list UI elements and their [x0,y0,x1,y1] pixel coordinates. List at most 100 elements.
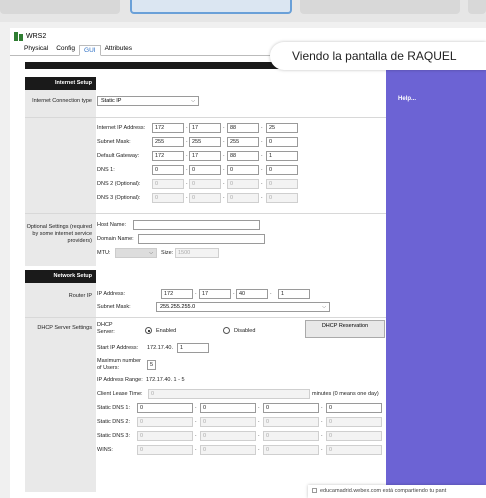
static-dns2-octet-2[interactable]: 0 [200,417,256,427]
octet-separator: . [186,180,188,186]
static-dns1-octet-4[interactable]: 0 [326,403,382,413]
static-dns1-octet-1[interactable]: 0 [137,403,193,413]
octet-separator: . [321,418,323,424]
mtu-select[interactable]: ⌵ [115,248,157,258]
internet-subnet-mask-octet-4[interactable]: 0 [266,137,298,147]
router-ip-label: Router IP [68,293,92,299]
ip-range-value: 172.17.40. 1 - 5 [146,377,185,383]
dns2-octet-2[interactable]: 0 [189,179,221,189]
default-gateway-octet-1[interactable]: 172 [152,151,184,161]
internet-subnet-mask-label: Subnet Mask: [97,139,131,145]
chevron-down-icon: ⌵ [149,250,153,256]
router-ip-octet-4[interactable]: 1 [278,289,310,299]
divider [25,213,386,214]
internet-ip-label: Internet IP Address: [97,125,146,131]
dhcp-disabled-radio[interactable] [223,327,230,334]
octet-separator: . [223,194,225,200]
internet-subnet-mask-octet-2[interactable]: 255 [189,137,221,147]
dhcp-server-settings-label: DHCP Server Settings [37,325,92,331]
dhcp-reservation-button[interactable]: DHCP Reservation [305,320,385,338]
default-gateway-octet-3[interactable]: 88 [227,151,259,161]
static-dns2-octet-4[interactable]: 0 [326,417,382,427]
start-ip-prefix: 172.17.40. [147,345,173,351]
dns1-octet-4[interactable]: 0 [266,165,298,175]
router-ip-octet-3[interactable]: 40 [236,289,268,299]
dhcp-enabled-label: Enabled [156,328,177,334]
static-dns3-octet-4[interactable]: 0 [326,431,382,441]
default-gateway-octet-2[interactable]: 17 [189,151,221,161]
connection-type-select[interactable]: Static IP ⌵ [97,96,199,106]
dhcp-enabled-radio[interactable] [145,327,152,334]
dns3-octet-2[interactable]: 0 [189,193,221,203]
start-ip-input[interactable]: 1 [177,343,209,353]
dns1-octet-2[interactable]: 0 [189,165,221,175]
router-ip-octet-1[interactable]: 172 [161,289,193,299]
mtu-size-input[interactable]: 1500 [175,248,219,258]
tab-attributes[interactable]: Attributes [101,44,136,55]
browser-tab-active[interactable] [130,0,292,14]
static-dns3-octet-2[interactable]: 0 [200,431,256,441]
octet-separator: . [261,180,263,186]
static-dns2-octet-1[interactable]: 0 [137,417,193,427]
octet-separator: . [186,194,188,200]
octet-separator: . [195,446,197,452]
internet-subnet-mask-octet-3[interactable]: 255 [227,137,259,147]
internet-ip-octet-4[interactable]: 25 [266,123,298,133]
octet-separator: . [261,194,263,200]
static-dns2-octet-3[interactable]: 0 [263,417,319,427]
router-ip-octet-2[interactable]: 17 [199,289,231,299]
octet-separator: . [223,166,225,172]
wins-octet-1[interactable]: 0 [137,445,193,455]
mtu-label: MTU: [97,250,111,256]
share-notice: educamadrid.webex.com está compartiendo … [308,485,486,498]
dns2-octet-3[interactable]: 0 [227,179,259,189]
window-title: WRS2 [26,32,47,40]
octet-separator: . [186,124,188,130]
dns2-octet-1[interactable]: 0 [152,179,184,189]
dns2-octet-4[interactable]: 0 [266,179,298,189]
octet-separator: . [261,152,263,158]
dns3-octet-4[interactable]: 0 [266,193,298,203]
domain-name-input[interactable] [138,234,265,244]
help-link[interactable]: Help... [398,96,416,102]
max-users-input[interactable]: 5 [147,360,156,370]
tab-config[interactable]: Config [52,44,79,55]
dns3-octet-1[interactable]: 0 [152,193,184,203]
octet-separator: . [258,404,260,410]
internet-ip-octet-3[interactable]: 88 [227,123,259,133]
host-name-input[interactable] [133,220,260,230]
wins-octet-2[interactable]: 0 [200,445,256,455]
wins-octet-4[interactable]: 0 [326,445,382,455]
static-dns1-label: Static DNS 1: [97,405,131,411]
browser-tab[interactable] [468,0,486,14]
max-users-label: Maximum number of Users: [97,358,142,371]
dns3-octet-3[interactable]: 0 [227,193,259,203]
tab-physical[interactable]: Physical [20,44,52,55]
internet-ip-octet-2[interactable]: 17 [189,123,221,133]
dns1-octet-1[interactable]: 0 [152,165,184,175]
static-dns1-octet-2[interactable]: 0 [200,403,256,413]
wins-label: WINS: [97,447,113,453]
internet-ip-octet-1[interactable]: 172 [152,123,184,133]
start-ip-label: Start IP Address: [97,345,139,351]
browser-tab[interactable] [300,0,460,14]
router-subnet-mask-select[interactable]: 255.255.255.0 ⌵ [156,302,330,312]
tab-gui[interactable]: GUI [79,45,101,56]
client-lease-input[interactable]: 0 [148,389,310,399]
octet-separator: . [223,138,225,144]
optional-settings-label: Optional Settings (required by some inte… [26,224,92,244]
wins-octet-3[interactable]: 0 [263,445,319,455]
octet-separator: . [321,404,323,410]
divider [25,117,386,118]
internet-subnet-mask-octet-1[interactable]: 255 [152,137,184,147]
static-dns3-octet-3[interactable]: 0 [263,431,319,441]
share-notice-text: educamadrid.webex.com está compartiendo … [320,488,447,494]
default-gateway-octet-4[interactable]: 1 [266,151,298,161]
static-dns1-octet-3[interactable]: 0 [263,403,319,413]
dns1-octet-3[interactable]: 0 [227,165,259,175]
octet-separator: . [195,290,197,296]
static-dns3-octet-1[interactable]: 0 [137,431,193,441]
octet-separator: . [186,152,188,158]
octet-separator: . [258,418,260,424]
browser-tab[interactable] [0,0,120,14]
